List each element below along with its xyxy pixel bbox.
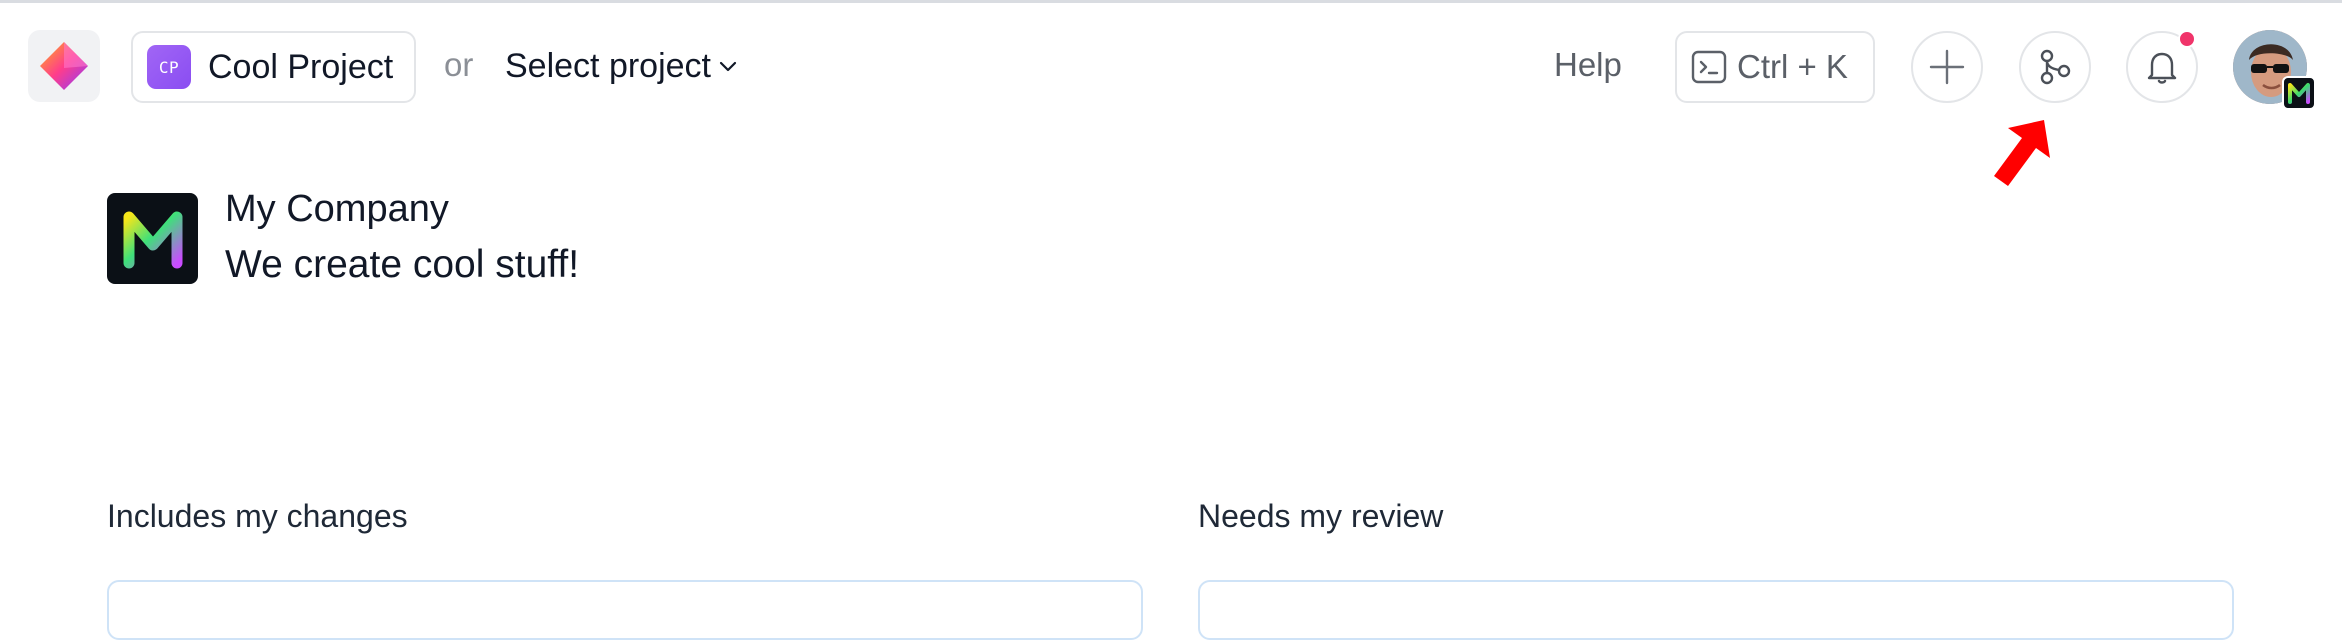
notification-dot [2178, 30, 2196, 48]
company-logo-icon [2288, 83, 2310, 104]
app-logo-icon [40, 42, 88, 90]
needs-my-review-panel [1198, 580, 2234, 640]
current-project-button[interactable]: CP Cool Project [131, 31, 416, 103]
bell-icon [2147, 52, 2177, 84]
select-project-label: Select project [505, 46, 711, 85]
merge-requests-button[interactable] [2019, 31, 2091, 103]
company-tagline: We create cool stuff! [225, 243, 580, 286]
help-link[interactable]: Help [1554, 46, 1622, 84]
or-separator: or [444, 46, 474, 83]
terminal-icon [1691, 50, 1727, 84]
plus-icon [1929, 49, 1965, 85]
includes-my-changes-panel [107, 580, 1143, 640]
top-border [0, 0, 2342, 3]
avatar-company-badge [2282, 76, 2316, 110]
project-badge: CP [147, 45, 191, 89]
select-project-dropdown[interactable]: Select project [505, 44, 739, 88]
command-palette-shortcut: Ctrl + K [1737, 48, 1848, 85]
merge-request-icon [2040, 49, 2071, 85]
company-name: My Company [225, 188, 449, 230]
command-palette-button[interactable]: Ctrl + K [1675, 31, 1875, 103]
company-logo-icon [123, 211, 182, 268]
red-arrow-icon [1994, 120, 2050, 186]
needs-my-review-title: Needs my review [1198, 498, 1444, 534]
chevron-down-icon [719, 61, 737, 72]
project-name: Cool Project [208, 47, 394, 86]
includes-my-changes-title: Includes my changes [107, 498, 408, 534]
create-button[interactable] [1911, 31, 1983, 103]
app-logo[interactable] [28, 30, 100, 102]
company-logo [107, 193, 198, 284]
